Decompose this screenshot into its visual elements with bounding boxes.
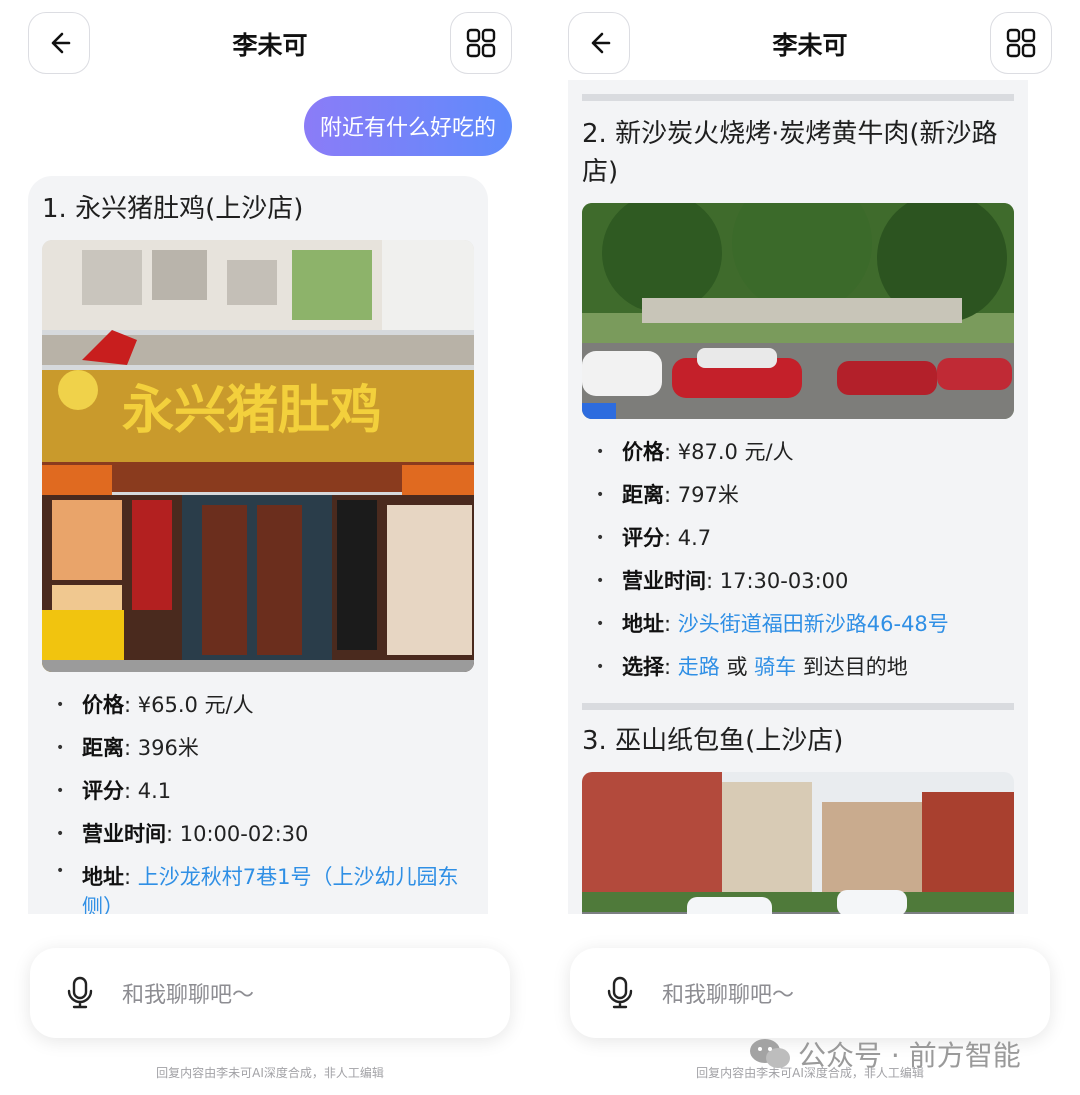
address-link[interactable]: 上沙龙秋村7巷1号（上沙幼儿园东侧） <box>82 865 459 914</box>
left-screen: 李未可 附近有什么好吃的 1. 永兴猪肚鸡(上沙店) 永兴猪肚鸡 • 价格: ¥… <box>0 0 540 1095</box>
watermark: 公众号 · 前方智能 <box>748 1034 1021 1074</box>
apps-button[interactable] <box>450 12 512 74</box>
section-divider <box>582 94 1014 101</box>
top-bar: 李未可 <box>568 12 1052 76</box>
price-row: 价格: ¥87.0 元/人 <box>596 431 1014 474</box>
restaurant-info-list: 价格: ¥65.0 元/人 距离: 396米 评分: 4.1 营业时间: 10:… <box>42 672 474 914</box>
microphone-icon <box>607 976 633 1009</box>
chat-input-bar[interactable]: 和我聊聊吧～ <box>30 948 510 1038</box>
route-choice-row: 选择: 走路 或 骑车 到达目的地 <box>596 646 1014 689</box>
storefront-image: 永兴猪肚鸡 <box>42 240 474 672</box>
voice-button[interactable] <box>60 973 100 1013</box>
address-row: 地址: 沙头街道福田新沙路46-48号 <box>596 603 1014 646</box>
restaurant-title: 2. 新沙炭火烧烤·炭烤黄牛肉(新沙路店) <box>582 119 998 187</box>
rating-row: 评分: 4.1 <box>56 770 474 813</box>
chat-input-placeholder[interactable]: 和我聊聊吧～ <box>122 977 254 1009</box>
assistant-reply[interactable]: 1. 永兴猪肚鸡(上沙店) 永兴猪肚鸡 • 价格: ¥65.0 元/人 • 距离… <box>28 176 488 914</box>
restaurant-title: 3. 巫山纸包鱼(上沙店) <box>582 726 844 756</box>
distance-row: 距离: 797米 <box>596 474 1014 517</box>
user-message-bubble: 附近有什么好吃的 <box>303 96 512 156</box>
hours-row: 营业时间: 10:00-02:30 <box>56 813 474 856</box>
watermark-text: 公众号 · 前方智能 <box>798 1039 1021 1072</box>
distance-row: 距离: 396米 <box>56 727 474 770</box>
hours-row: 营业时间: 17:30-03:00 <box>596 560 1014 603</box>
price-row: 价格: ¥65.0 元/人 <box>56 684 474 727</box>
page-title: 李未可 <box>232 31 308 60</box>
assistant-reply[interactable]: 2. 新沙炭火烧烤·炭烤黄牛肉(新沙路店) • 价格: ¥87.0 元/人 • … <box>568 80 1028 914</box>
apps-grid-icon <box>1006 28 1036 58</box>
restaurant-card: 2. 新沙炭火烧烤·炭烤黄牛肉(新沙路店) • 价格: ¥87.0 元/人 • … <box>568 80 1028 914</box>
address-row: 地址: 上沙龙秋村7巷1号（上沙幼儿园东侧） <box>56 856 474 914</box>
ai-disclaimer: 回复内容由李未可AI深度合成，非人工编辑 <box>156 1066 384 1080</box>
walk-link[interactable]: 走路 <box>678 655 720 679</box>
restaurant-card: 1. 永兴猪肚鸡(上沙店) 永兴猪肚鸡 • 价格: ¥65.0 元/人 • 距离… <box>28 176 488 914</box>
section-divider <box>582 703 1014 710</box>
street-view-image <box>582 772 1014 914</box>
restaurant-photo[interactable] <box>582 203 1014 419</box>
chat-input-placeholder[interactable]: 和我聊聊吧～ <box>662 977 794 1009</box>
street-view-image <box>582 203 1014 419</box>
page-title: 李未可 <box>772 31 848 60</box>
voice-button[interactable] <box>600 973 640 1013</box>
apps-button[interactable] <box>990 12 1052 74</box>
restaurant-photo[interactable] <box>582 772 1014 914</box>
rating-row: 评分: 4.7 <box>596 517 1014 560</box>
top-bar: 李未可 <box>28 12 512 76</box>
restaurant-photo[interactable]: 永兴猪肚鸡 <box>42 240 474 672</box>
apps-grid-icon <box>466 28 496 58</box>
microphone-icon <box>67 976 93 1009</box>
chat-input-bar[interactable]: 和我聊聊吧～ <box>570 948 1050 1038</box>
bike-link[interactable]: 骑车 <box>754 655 796 679</box>
right-screen: 李未可 2. 新沙炭火烧烤·炭烤黄牛肉(新沙路店) • 价格: ¥87.0 元/… <box>540 0 1080 1095</box>
address-link[interactable]: 沙头街道福田新沙路46-48号 <box>678 612 949 636</box>
wechat-icon <box>750 1039 790 1068</box>
restaurant-title: 1. 永兴猪肚鸡(上沙店) <box>42 194 304 224</box>
restaurant-info-list: 价格: ¥87.0 元/人 距离: 797米 评分: 4.7 营业时间: 17:… <box>582 419 1014 695</box>
store-sign-text: 永兴猪肚鸡 <box>122 380 382 441</box>
